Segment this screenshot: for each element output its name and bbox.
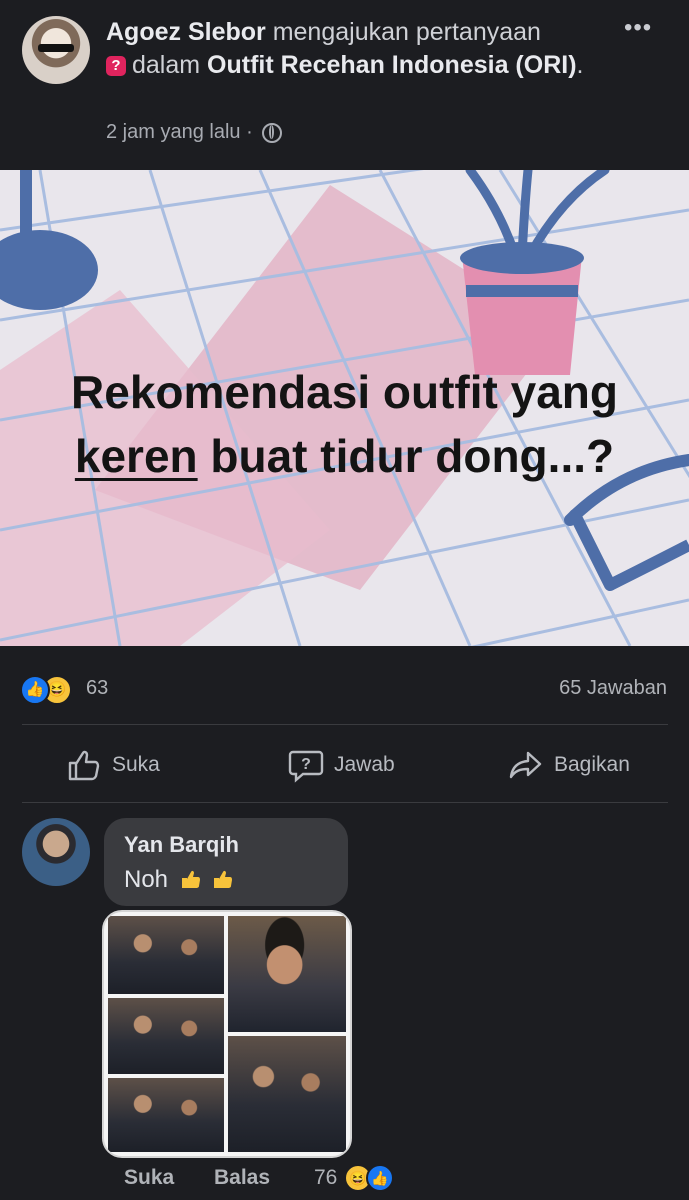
more-options-icon[interactable]: •••	[624, 14, 652, 42]
answers-count[interactable]: 65 Jawaban	[559, 677, 667, 700]
commenter-name[interactable]: Yan Barqih	[124, 832, 239, 858]
collage-tile	[228, 916, 346, 1032]
banner-line-2: keren buat tidur dong...?	[0, 424, 689, 488]
comment-body: Noh	[124, 866, 169, 893]
author-avatar[interactable]	[22, 16, 90, 84]
collage-tile	[108, 1078, 224, 1152]
post-header: Agoez Slebor mengajukan pertanyaan ? dala…	[0, 0, 689, 170]
comment-photo-collage[interactable]	[102, 910, 352, 1158]
comment-reaction-count[interactable]: 76	[314, 1166, 337, 1190]
divider	[22, 802, 668, 803]
like-reaction-icon[interactable]: 👍	[366, 1164, 394, 1192]
globe-icon	[262, 122, 283, 143]
thumbs-up-icon	[68, 750, 100, 781]
banner-line-1: Rekomendasi outfit yang	[71, 366, 618, 418]
comment-reply-button[interactable]: Balas	[214, 1166, 270, 1190]
post-time[interactable]: 2 jam yang lalu ·	[106, 121, 253, 143]
banner-underlined-word: keren	[74, 430, 198, 482]
thumbs-up-emoji-icon	[214, 870, 233, 888]
question-banner[interactable]: Rekomendasi outfit yang keren buat tidur…	[0, 170, 689, 646]
question-icon: ?	[106, 56, 126, 77]
share-arrow-icon	[509, 751, 542, 779]
comment-like-button[interactable]: Suka	[124, 1166, 174, 1190]
like-reaction-icon[interactable]: 👍	[20, 675, 50, 705]
post-actions: Suka ? Jawab Bagikan	[0, 726, 689, 802]
banner-question-text: Rekomendasi outfit yang keren buat tidur…	[0, 360, 689, 488]
commenter-avatar[interactable]	[22, 818, 90, 886]
thumbs-up-emoji-icon	[181, 870, 200, 888]
author-name[interactable]: Agoez Slebor	[106, 18, 266, 46]
post-title: Agoez Slebor mengajukan pertanyaan ? dala…	[106, 18, 584, 79]
divider	[22, 724, 668, 725]
collage-tile	[108, 916, 224, 994]
reaction-stats: 👍 😆 63 65 Jawaban	[0, 660, 689, 710]
question-bubble-icon: ?	[288, 750, 324, 783]
post-meta: 2 jam yang lalu ·	[106, 121, 283, 144]
like-button[interactable]: Suka	[66, 748, 160, 782]
answer-label: Jawab	[334, 753, 395, 776]
comment-text: Noh	[124, 866, 233, 894]
banner-line-2-rest: buat tidur dong...?	[210, 430, 615, 482]
reaction-count[interactable]: 63	[86, 677, 108, 700]
share-label: Bagikan	[554, 753, 630, 776]
answer-button[interactable]: ? Jawab	[288, 748, 395, 783]
svg-text:?: ?	[301, 756, 311, 773]
comment-bubble[interactable]: Yan Barqih Noh	[104, 818, 348, 906]
group-name[interactable]: Outfit Recehan Indonesia (ORI)	[207, 51, 576, 79]
in-text: dalam	[132, 51, 201, 79]
like-label: Suka	[112, 753, 160, 776]
share-button[interactable]: Bagikan	[508, 748, 630, 782]
collage-tile	[108, 998, 224, 1074]
collage-tile	[228, 1036, 346, 1152]
action-text: mengajukan pertanyaan	[272, 18, 541, 46]
